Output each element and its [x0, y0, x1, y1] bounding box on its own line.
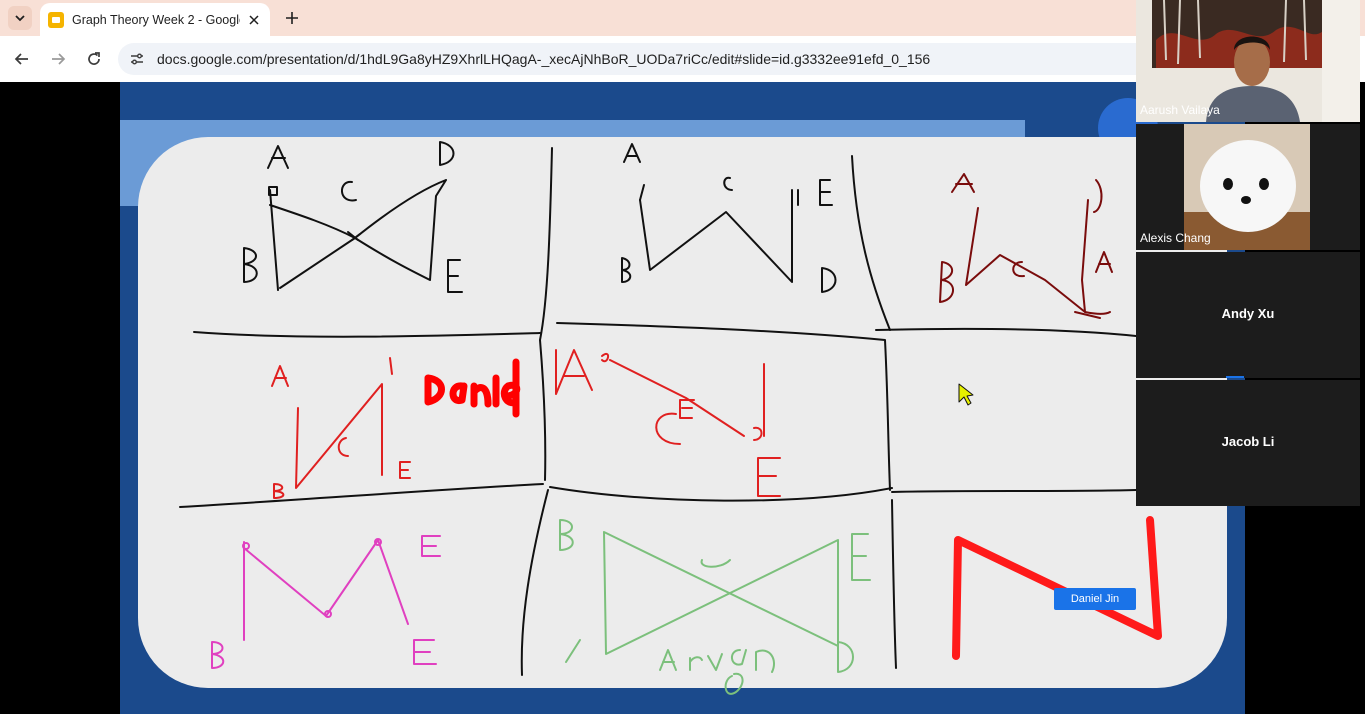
- panel-2-graph: [621, 143, 837, 293]
- participant-name: Alexis Chang: [1140, 231, 1211, 245]
- participant-name: Jacob Li: [1221, 434, 1275, 449]
- participant-name: Andy Xu: [1221, 306, 1275, 321]
- panel-8-graph: [559, 519, 871, 673]
- panel-1-graph: [243, 141, 463, 293]
- daniel-scribble: [424, 358, 521, 418]
- participant-tile-andy[interactable]: Andy Xu: [1136, 252, 1360, 378]
- speaking-indicator: [1226, 376, 1244, 378]
- panel-7-graph: [211, 535, 441, 669]
- participant-tile-alexis[interactable]: Alexis Chang: [1136, 124, 1360, 250]
- panel-4-graph: [271, 357, 411, 499]
- panel-3-graph: [939, 173, 1113, 319]
- aaron-scribble: [659, 649, 775, 695]
- collaborator-cursor-label: Daniel Jin: [1054, 588, 1136, 610]
- participant-tile-aarush[interactable]: Aarush Vailaya: [1136, 0, 1360, 122]
- grid-lines: [179, 147, 1137, 676]
- panel-5-graph: [555, 349, 781, 497]
- mouse-cursor-icon: [958, 383, 974, 406]
- participant-tile-jacob[interactable]: Jacob Li: [1136, 380, 1360, 506]
- participant-name: Aarush Vailaya: [1140, 103, 1220, 117]
- screen: Graph Theory Week 2 - Google Slides docs…: [0, 0, 1365, 714]
